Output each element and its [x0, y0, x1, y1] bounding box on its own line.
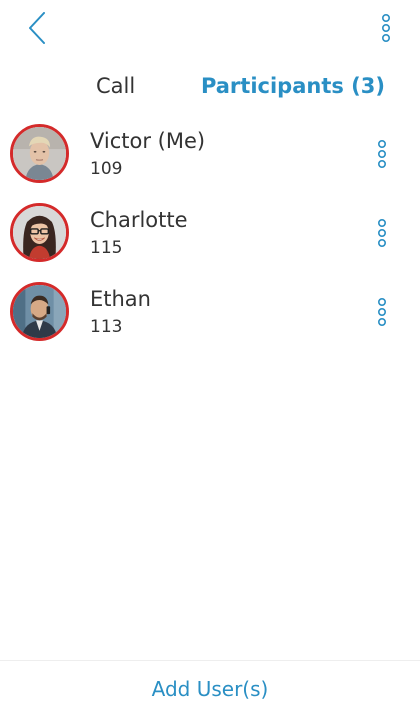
tab-call[interactable]: Call	[96, 72, 135, 100]
vertical-dots-icon	[381, 13, 391, 42]
participant-more-button[interactable]	[374, 296, 390, 328]
participant-row[interactable]: Ethan 113	[0, 274, 420, 353]
avatar-charlotte	[10, 203, 69, 262]
participant-more-button[interactable]	[374, 138, 390, 170]
avatar-image	[13, 127, 66, 180]
add-users-button[interactable]: Add User(s)	[0, 674, 420, 704]
participant-more-button[interactable]	[374, 217, 390, 249]
participant-extension: 109	[90, 159, 123, 179]
tab-participants[interactable]: Participants (3)	[201, 72, 385, 100]
avatar-ethan	[10, 282, 69, 341]
tab-bar: Call Participants (3)	[0, 66, 420, 106]
avatar-image	[13, 285, 66, 338]
avatar-image	[13, 206, 66, 259]
vertical-dots-icon	[377, 218, 387, 247]
participant-name: Victor (Me)	[90, 129, 206, 153]
more-options-button[interactable]	[378, 10, 394, 46]
participant-row[interactable]: Victor (Me) 109	[0, 116, 420, 195]
participant-name: Ethan	[90, 287, 151, 311]
back-button[interactable]	[22, 8, 52, 48]
footer-divider	[0, 660, 420, 661]
participant-extension: 115	[90, 238, 123, 258]
avatar-victor	[10, 124, 69, 183]
participant-list: Victor (Me) 109 Charlotte 115 Ethan 113	[0, 116, 420, 353]
top-bar	[0, 0, 420, 56]
participant-extension: 113	[90, 317, 123, 337]
vertical-dots-icon	[377, 297, 387, 326]
participant-name: Charlotte	[90, 208, 188, 232]
participants-screen: Call Participants (3) Victor (Me) 109 Ch…	[0, 0, 420, 718]
participant-row[interactable]: Charlotte 115	[0, 195, 420, 274]
chevron-left-icon	[29, 12, 45, 44]
vertical-dots-icon	[377, 139, 387, 168]
